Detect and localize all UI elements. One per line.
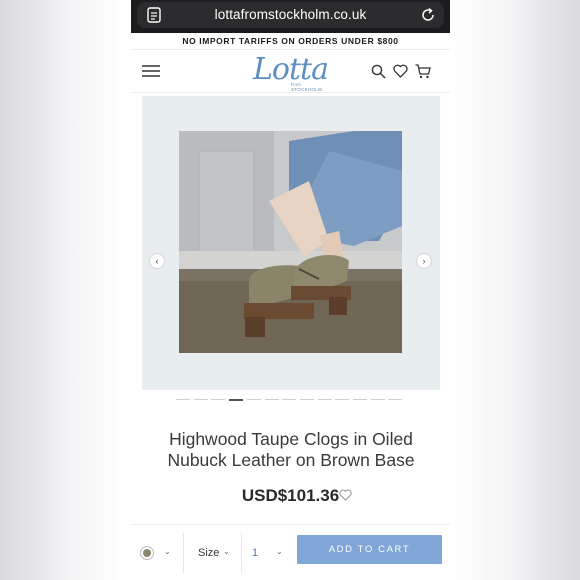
quantity-selector[interactable]: 1 <box>252 547 258 559</box>
hamburger-menu-icon[interactable] <box>142 63 160 79</box>
product-title-line-1: Highwood Taupe Clogs in Oiled <box>169 429 413 449</box>
size-selector[interactable]: Size <box>198 547 219 559</box>
gallery-dot[interactable] <box>229 399 244 401</box>
gallery-dot[interactable] <box>176 399 190 400</box>
gallery-dot[interactable] <box>370 399 385 400</box>
gallery-dot[interactable] <box>317 399 332 400</box>
product-gallery[interactable]: ‹ › <box>142 96 440 390</box>
site-header: Lotta from STOCKHOLM <box>131 49 450 93</box>
heart-icon[interactable] <box>393 64 408 78</box>
gallery-next-button[interactable]: › <box>416 253 432 269</box>
gallery-dot[interactable] <box>264 399 279 400</box>
gallery-prev-button[interactable]: ‹ <box>149 253 165 269</box>
cart-icon[interactable] <box>415 64 431 79</box>
quantity-chevron-down-icon[interactable]: ⌄ <box>276 547 283 556</box>
divider <box>241 533 242 573</box>
gallery-dot[interactable] <box>282 399 297 400</box>
gallery-dot[interactable] <box>193 399 208 400</box>
site-logo[interactable]: Lotta from STOCKHOLM <box>249 52 331 92</box>
announcement-bar: NO IMPORT TARIFFS ON ORDERS UNDER $800 <box>182 36 399 46</box>
logo-subtext: from STOCKHOLM <box>291 82 323 92</box>
product-photo[interactable] <box>179 131 402 353</box>
gallery-dot[interactable] <box>299 399 314 400</box>
price-row: USD$101.36 <box>131 486 450 508</box>
add-to-cart-button[interactable]: ADD TO CART <box>297 535 442 564</box>
address-bar[interactable]: lottafromstockholm.co.uk <box>137 2 444 28</box>
gallery-dot[interactable] <box>335 399 350 400</box>
search-icon[interactable] <box>371 64 386 79</box>
browser-chrome: lottafromstockholm.co.uk <box>131 0 450 33</box>
gallery-pagination <box>176 399 406 402</box>
product-title-line-2: Nubuck Leather on Brown Base <box>167 450 415 470</box>
reload-icon[interactable] <box>420 7 436 23</box>
gallery-dot[interactable] <box>246 399 261 400</box>
color-selector[interactable] <box>140 546 154 560</box>
tabs-icon[interactable] <box>147 7 161 23</box>
gallery-dot[interactable] <box>388 399 403 400</box>
phone-screen: lottafromstockholm.co.uk NO IMPORT TARIF… <box>131 0 450 580</box>
color-chevron-down-icon[interactable]: ⌄ <box>164 547 171 556</box>
gallery-dot[interactable] <box>353 399 367 400</box>
url-text[interactable]: lottafromstockholm.co.uk <box>173 7 408 22</box>
size-chevron-down-icon[interactable]: ⌄ <box>223 547 230 556</box>
color-swatch <box>143 549 151 557</box>
divider <box>183 533 184 573</box>
purchase-bar: ⌄ Size ⌄ 1 ⌄ ADD TO CART <box>131 524 450 580</box>
product-title: Highwood Taupe Clogs in Oiled Nubuck Lea… <box>141 429 441 471</box>
product-price: USD$101.36 <box>241 486 340 505</box>
gallery-dot[interactable] <box>211 399 226 400</box>
wishlist-heart-icon[interactable] <box>339 489 352 501</box>
